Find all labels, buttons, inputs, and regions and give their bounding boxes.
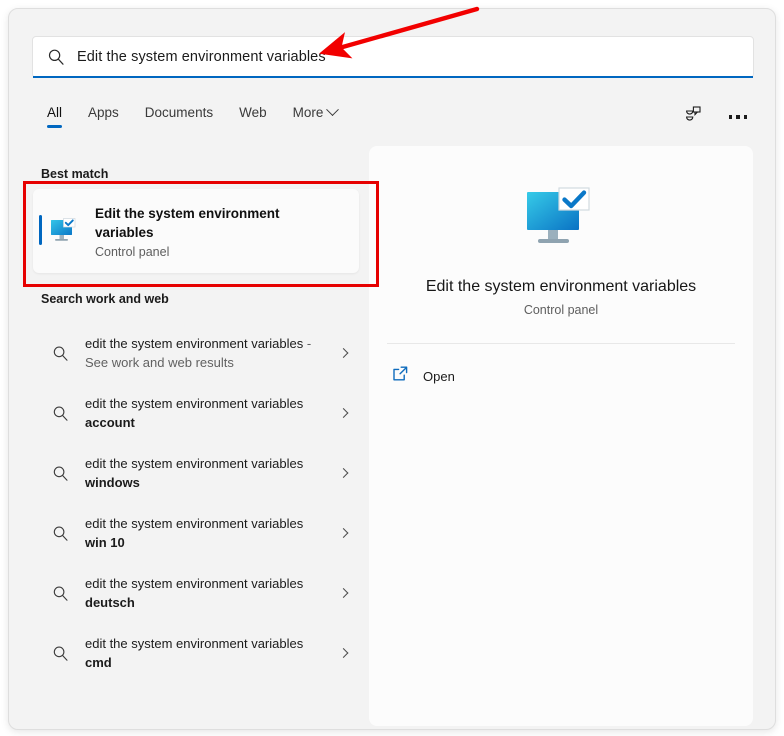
system-properties-monitor-icon [49,217,83,245]
tab-all[interactable]: All [39,101,75,130]
search-icon [47,48,65,66]
tab-web-label: Web [239,105,267,120]
tab-documents[interactable]: Documents [132,101,226,130]
more-options-icon [729,115,748,119]
suggestion-row[interactable]: edit the system environment variables wi… [9,443,377,503]
feedback-button[interactable] [679,102,709,132]
more-options-button[interactable] [723,102,753,132]
best-match-title: Edit the system environment variables [95,204,305,242]
suggestion-list: edit the system environment variables - … [9,323,377,683]
tab-apps-label: Apps [88,105,119,120]
external-link-icon [391,365,409,388]
search-work-web-heading: Search work and web [9,292,169,306]
best-match-subtitle: Control panel [95,245,305,259]
preview-subtitle: Control panel [369,303,753,317]
suggestion-row[interactable]: edit the system environment variables cm… [9,623,377,683]
suggestion-label: edit the system environment variables ac… [85,394,315,432]
search-icon [49,345,71,362]
search-icon [49,585,71,602]
windows-search-window: Edit the system environment variables Al… [8,8,776,730]
tab-more[interactable]: More [280,101,351,130]
best-match-text: Edit the system environment variables Co… [95,204,305,259]
suggestion-label: edit the system environment variables cm… [85,634,315,672]
header-actions [679,102,753,132]
tab-all-label: All [47,105,62,120]
suggestion-row[interactable]: edit the system environment variables wi… [9,503,377,563]
search-icon [49,405,71,422]
suggestion-label: edit the system environment variables de… [85,574,315,612]
tab-apps[interactable]: Apps [75,101,132,130]
open-action-button[interactable]: Open [391,358,753,394]
suggestion-label: edit the system environment variables wi… [85,454,315,492]
filter-tabs: All Apps Documents Web More [39,101,350,139]
preview-title: Edit the system environment variables [369,278,753,296]
preview-panel: Edit the system environment variables Co… [369,146,753,726]
best-match-result[interactable]: Edit the system environment variables Co… [33,189,359,273]
search-icon [49,525,71,542]
chevron-right-icon [339,648,349,658]
search-box[interactable]: Edit the system environment variables [32,36,754,78]
tab-more-label: More [293,105,324,120]
chevron-down-icon [326,103,339,116]
selection-accent-bar [39,215,42,245]
suggestion-row[interactable]: edit the system environment variables de… [9,563,377,623]
chevron-right-icon [339,588,349,598]
search-input-container[interactable]: Edit the system environment variables [32,36,754,78]
chevron-right-icon [339,348,349,358]
suggestion-label: edit the system environment variables wi… [85,514,315,552]
search-icon [49,645,71,662]
feedback-icon [684,105,704,130]
results-column: Best match [9,147,377,730]
best-match-heading: Best match [9,167,108,181]
suggestion-label: edit the system environment variables - … [85,334,315,372]
suggestion-row[interactable]: edit the system environment variables ac… [9,383,377,443]
tab-documents-label: Documents [145,105,213,120]
search-input[interactable]: Edit the system environment variables [77,49,326,65]
search-icon [49,465,71,482]
chevron-right-icon [339,528,349,538]
system-properties-monitor-icon [523,186,599,256]
divider [387,343,735,344]
suggestion-row[interactable]: edit the system environment variables - … [9,323,377,383]
tab-web[interactable]: Web [226,101,280,130]
chevron-right-icon [339,468,349,478]
open-label: Open [423,369,455,384]
chevron-right-icon [339,408,349,418]
